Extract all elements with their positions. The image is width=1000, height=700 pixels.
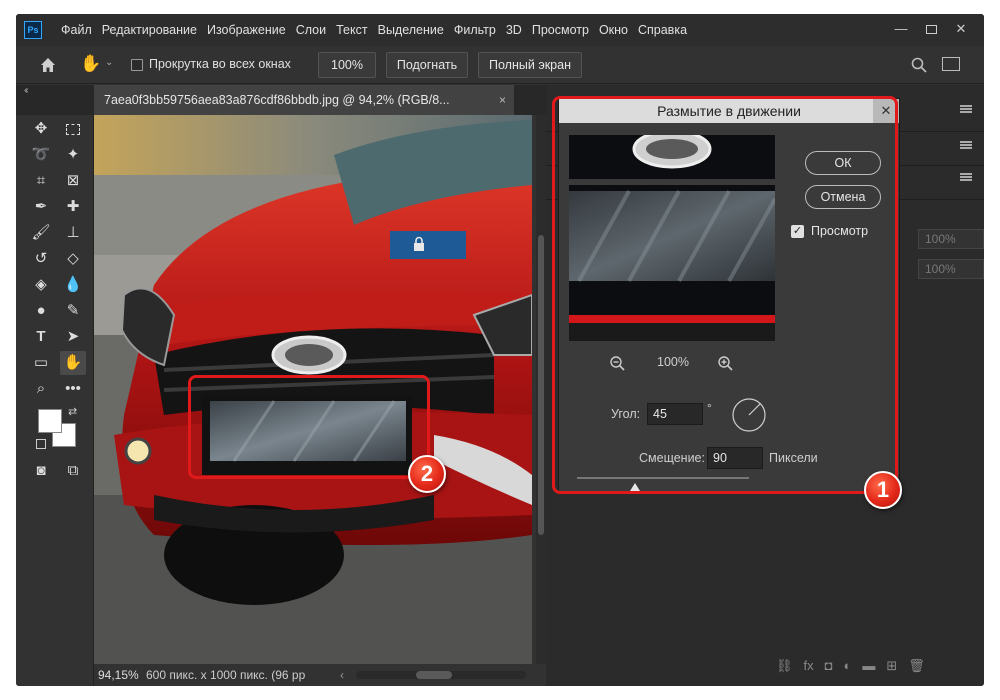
blur-tool-icon[interactable]: 💧 — [60, 273, 86, 297]
hand-icon[interactable]: ✋ — [80, 54, 102, 76]
zoom-tool-icon[interactable]: ⌕ — [28, 377, 54, 401]
menu-image[interactable]: Изображение — [202, 14, 291, 46]
layers-panel-footer: ⛓ fx ◘ ◐ ▬ ⊞ 🗑 — [776, 658, 925, 674]
screen-mode-icon[interactable]: ⧉ — [60, 459, 86, 483]
panel-menu-icon[interactable] — [960, 141, 972, 149]
path-selection-tool-icon[interactable]: ➤ — [60, 325, 86, 349]
maximize-icon — [925, 25, 937, 35]
panel-menu-icon[interactable] — [960, 105, 972, 113]
menu-3d[interactable]: 3D — [501, 14, 527, 46]
menu-filter[interactable]: Фильтр — [449, 14, 501, 46]
panel-menu-icon[interactable] — [960, 173, 972, 181]
menu-items: Файл Редактирование Изображение Слои Тек… — [56, 14, 692, 46]
frame-tool-icon[interactable]: ⊠ — [60, 169, 86, 193]
annotation-badge-2: 2 — [408, 455, 446, 493]
annotation-box-plate — [188, 375, 430, 479]
options-bar: ✋ ⌄ Прокрутка во всех окнах 100% Подогна… — [16, 46, 984, 84]
workspace-icon[interactable] — [942, 57, 960, 71]
eraser-tool-icon[interactable]: ◇ — [60, 247, 86, 271]
menu-select[interactable]: Выделение — [373, 14, 449, 46]
paint-bucket-tool-icon[interactable]: ◈ — [28, 273, 54, 297]
minimize-button[interactable]: — — [886, 16, 916, 42]
lasso-tool-icon[interactable]: ➰ — [28, 143, 54, 167]
photoshop-logo: Ps — [24, 21, 42, 39]
foreground-color-swatch[interactable] — [38, 409, 62, 433]
fit-screen-button[interactable]: Подогнать — [386, 52, 468, 78]
search-icon[interactable] — [910, 56, 928, 74]
delete-layer-icon[interactable]: 🗑 — [908, 658, 925, 674]
selected-layer[interactable] — [390, 231, 466, 259]
horizontal-scroll-thumb[interactable] — [416, 671, 452, 679]
maximize-button[interactable] — [916, 16, 946, 42]
menu-view[interactable]: Просмотр — [527, 14, 594, 46]
move-tool-icon[interactable]: ✥ — [28, 117, 54, 141]
eyedropper-tool-icon[interactable]: ✒ — [28, 195, 54, 219]
chevron-down-icon[interactable]: ⌄ — [105, 57, 113, 68]
document-tab-title: 7aea0f3bb59756aea83a876cdf86bbdb.jpg @ 9… — [104, 93, 450, 107]
more-tools-icon[interactable]: ••• — [60, 377, 86, 401]
status-bar: 94,15% 600 пикс. x 1000 пикс. (96 pp ‹ — [94, 664, 534, 686]
marquee-tool-icon[interactable] — [60, 117, 86, 141]
window-controls: — ✕ — [886, 16, 976, 42]
scroll-all-windows-checkbox[interactable] — [131, 59, 143, 71]
history-brush-tool-icon[interactable]: ↺ — [28, 247, 54, 271]
close-tab-icon[interactable]: × — [499, 85, 506, 115]
healing-brush-tool-icon[interactable]: ✚ — [60, 195, 86, 219]
annotation-badge-1: 1 — [864, 471, 902, 509]
opacity-field[interactable]: 100% — [918, 229, 984, 249]
canvas-vertical-scrollbar[interactable] — [536, 115, 546, 664]
fx-icon[interactable]: fx — [804, 658, 814, 674]
vertical-scroll-thumb[interactable] — [538, 235, 544, 535]
menu-layers[interactable]: Слои — [291, 14, 331, 46]
new-group-icon[interactable]: ▬ — [862, 658, 875, 674]
fill-field[interactable]: 100% — [918, 259, 984, 279]
status-arrow-icon[interactable]: ‹ — [340, 664, 344, 686]
type-tool-icon[interactable]: T — [28, 325, 54, 349]
tools-panel: ✥ ➰ ✦ ⌗ ⊠ ✒ ✚ 🖌 ⊥ ↺ ◇ ◈ 💧 ● ✎ T ➤ ▭ ✋ ⌕ … — [16, 115, 94, 686]
adjustment-layer-icon[interactable]: ◐ — [844, 658, 852, 674]
crop-tool-icon[interactable]: ⌗ — [28, 169, 54, 193]
zoom-100-button[interactable]: 100% — [318, 52, 376, 78]
default-colors-icon[interactable] — [36, 439, 46, 449]
menu-window[interactable]: Окно — [594, 14, 633, 46]
menu-help[interactable]: Справка — [633, 14, 692, 46]
brush-tool-icon[interactable]: 🖌 — [28, 221, 54, 245]
home-icon[interactable] — [38, 55, 58, 75]
swap-colors-icon[interactable]: ⇄ — [68, 405, 77, 418]
zoom-level[interactable]: 94,15% — [98, 664, 139, 686]
link-layers-icon[interactable]: ⛓ — [776, 658, 793, 674]
pen-tool-icon[interactable]: ✎ — [60, 299, 86, 323]
magic-wand-tool-icon[interactable]: ✦ — [60, 143, 86, 167]
scroll-all-windows-label: Прокрутка во всех окнах — [149, 57, 291, 71]
canvas-horizontal-scrollbar[interactable] — [356, 671, 526, 679]
new-layer-icon[interactable]: ⊞ — [886, 658, 897, 674]
quick-mask-icon[interactable]: ◙ — [28, 459, 54, 483]
menu-edit[interactable]: Редактирование — [97, 14, 202, 46]
menu-type[interactable]: Текст — [331, 14, 372, 46]
hand-tool-icon[interactable]: ✋ — [60, 351, 86, 375]
add-mask-icon[interactable]: ◘ — [825, 658, 833, 674]
menu-file[interactable]: Файл — [56, 14, 97, 46]
menu-bar: Ps Файл Редактирование Изображение Слои … — [16, 14, 984, 46]
stamp-tool-icon[interactable]: ⊥ — [60, 221, 86, 245]
fill-screen-button[interactable]: Полный экран — [478, 52, 582, 78]
lock-icon — [414, 236, 424, 251]
dodge-tool-icon[interactable]: ● — [28, 299, 54, 323]
rectangle-tool-icon[interactable]: ▭ — [28, 351, 54, 375]
annotation-box-dialog — [552, 96, 898, 494]
collapse-toolbar-icon[interactable]: ‹‹ — [24, 85, 28, 96]
close-window-button[interactable]: ✕ — [946, 16, 976, 42]
document-tab[interactable]: 7aea0f3bb59756aea83a876cdf86bbdb.jpg @ 9… — [94, 85, 514, 115]
document-info: 600 пикс. x 1000 пикс. (96 pp — [146, 668, 306, 682]
